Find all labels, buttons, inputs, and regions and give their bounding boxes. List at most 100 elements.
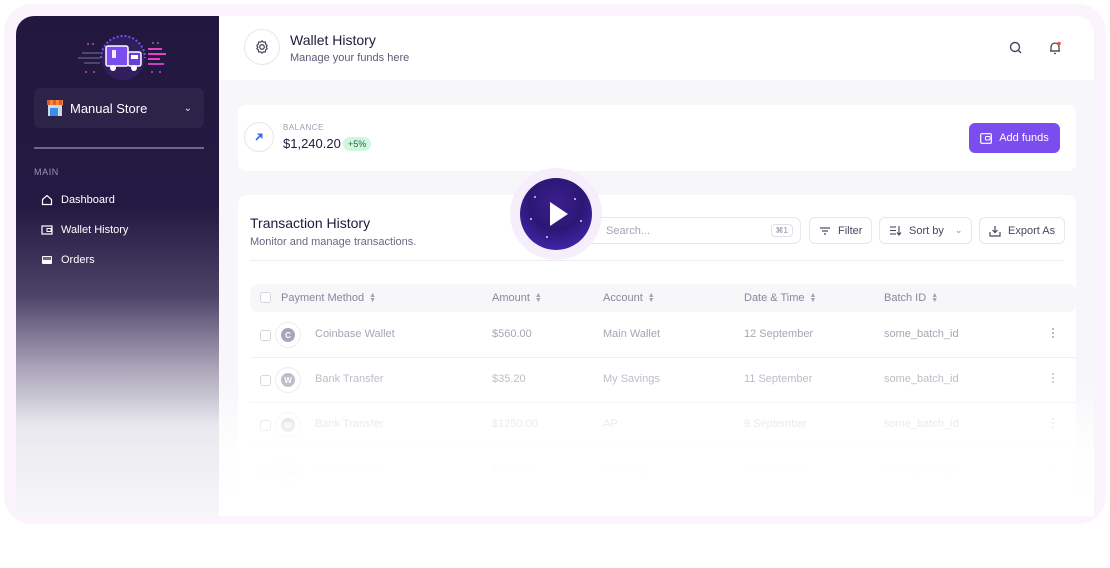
sidebar-item-wallet-history[interactable]: Wallet History xyxy=(41,224,128,236)
payment-method-icon: W xyxy=(281,418,295,432)
column-header-batch-id[interactable]: Batch ID ▲ ▼ xyxy=(884,292,938,304)
section-label-main: MAIN xyxy=(34,167,59,177)
payment-method-icon: W xyxy=(281,373,295,387)
column-header-payment-method[interactable]: Payment Method ▲ ▼ xyxy=(281,292,376,304)
table-row[interactable]: C Coinbase Wallet $560.00 Main Wallet 12 Sep… xyxy=(250,313,1076,358)
filter-icon xyxy=(820,226,830,235)
transactions-card: Transaction History Monitor and manage t… xyxy=(238,195,1076,516)
sort-arrows-icon: ▲ ▼ xyxy=(647,292,655,304)
chevron-down-icon: ⌄ xyxy=(954,225,963,235)
account-cell: My Savings xyxy=(603,373,660,385)
batch-id-cell: some_batch_id xyxy=(884,328,959,340)
search-shortcut: ⌘1 xyxy=(770,224,793,237)
amount-cell: $35.20 xyxy=(492,373,526,385)
payment-method-icon: C xyxy=(281,328,295,342)
row-checkbox[interactable] xyxy=(260,330,271,341)
table-row[interactable]: W Bank Transfer $35.20 My Savings 11 Septemb… xyxy=(250,358,1076,403)
filter-button[interactable]: Filter xyxy=(809,217,873,244)
star-decoration xyxy=(530,218,532,220)
gear-icon xyxy=(256,40,268,54)
payment-method-icon: W xyxy=(281,463,295,477)
row-checkbox[interactable] xyxy=(260,375,271,386)
table-row[interactable]: W Bank Transfer $150.00 Checking 7 September… xyxy=(250,448,1076,493)
search-icon[interactable] xyxy=(1008,40,1024,56)
balance-card: BALANCE $1,240.20 +5% Add funds xyxy=(238,105,1076,171)
wallet-icon xyxy=(41,225,53,235)
play-icon xyxy=(550,202,568,226)
sidebar-item-orders[interactable]: Orders xyxy=(41,254,95,266)
export-button[interactable]: Export As xyxy=(979,217,1066,244)
add-funds-label: Add funds xyxy=(999,132,1049,144)
arrow-up-right-icon xyxy=(255,133,263,141)
sort-arrows-icon: ▲ ▼ xyxy=(809,292,817,304)
sidebar-divider xyxy=(34,147,204,149)
more-options-icon[interactable] xyxy=(1052,327,1054,339)
sort-by-dropdown[interactable]: Sort by ⌄ xyxy=(879,217,973,244)
payment-method-badge: C xyxy=(275,322,301,348)
sort-arrows-icon: ▲ ▼ xyxy=(369,292,377,304)
download-icon xyxy=(989,225,1001,237)
search-placeholder: Search... xyxy=(606,224,651,237)
star-decoration xyxy=(574,198,576,200)
truck-logo-icon xyxy=(78,35,166,80)
store-icon xyxy=(46,100,64,116)
more-options-icon[interactable] xyxy=(1052,417,1054,429)
export-label: Export As xyxy=(1008,224,1056,237)
page-subtitle: Manage your funds here xyxy=(290,52,410,64)
batch-id-cell: some_batch_id xyxy=(884,373,959,385)
app-window: Manual Store ⌄ MAIN Dashboard Wallet His… xyxy=(16,16,1094,516)
batch-id-cell: some_batch_id xyxy=(884,418,959,430)
page-title: Wallet History xyxy=(290,32,376,48)
amount-cell: $150.00 xyxy=(492,463,532,475)
chevron-down-icon: ⌄ xyxy=(183,102,192,114)
select-all-checkbox[interactable] xyxy=(260,292,271,303)
star-decoration xyxy=(534,196,536,198)
date-cell: 11 September xyxy=(744,373,813,385)
batch-id-cell: some_batch_id xyxy=(884,463,959,475)
account-cell: Main Wallet xyxy=(603,328,661,340)
column-header-amount[interactable]: Amount ▲ ▼ xyxy=(492,292,542,304)
sidebar-item-label: Orders xyxy=(61,254,95,266)
payment-method-badge: W xyxy=(275,367,301,393)
sidebar: Manual Store ⌄ MAIN Dashboard Wallet His… xyxy=(16,16,219,516)
more-options-icon[interactable] xyxy=(1052,372,1054,384)
sort-by-label: Sort by xyxy=(909,224,944,237)
payment-method-cell: Bank Transfer xyxy=(315,373,384,385)
amount-cell: $560.00 xyxy=(492,328,532,340)
sort-icon xyxy=(890,226,902,236)
column-header-date-time[interactable]: Date & Time ▲ ▼ xyxy=(744,292,816,304)
row-checkbox[interactable] xyxy=(260,420,271,431)
settings-button[interactable] xyxy=(244,29,280,65)
balance-change-badge: +5% xyxy=(343,137,372,151)
section-divider xyxy=(250,260,1064,261)
sidebar-item-label: Dashboard xyxy=(61,194,115,206)
transactions-subtitle: Monitor and manage transactions. xyxy=(250,236,417,248)
bell-icon[interactable] xyxy=(1047,40,1063,56)
table-row[interactable]: W Bank Transfer $1250.00 AP 9 September some_… xyxy=(250,403,1076,448)
more-options-icon[interactable] xyxy=(1052,462,1054,474)
payment-method-cell: Bank Transfer xyxy=(315,418,384,430)
balance-value: $1,240.20 xyxy=(283,136,341,151)
home-icon xyxy=(41,194,53,206)
account-cell: AP xyxy=(603,418,618,430)
amount-cell: $1250.00 xyxy=(492,418,538,430)
inbox-icon xyxy=(42,256,52,264)
main-content: Wallet History Manage your funds here BA… xyxy=(219,16,1094,516)
table-header: Payment Method ▲ ▼ Amount ▲ ▼ Account ▲ ▼ Date… xyxy=(250,284,1076,312)
play-video-button[interactable] xyxy=(510,168,602,260)
search-input[interactable]: Search... ⌘1 xyxy=(585,217,801,244)
account-cell: Checking xyxy=(603,463,649,475)
star-decoration xyxy=(546,236,548,238)
row-checkbox[interactable] xyxy=(260,465,271,476)
column-header-account[interactable]: Account ▲ ▼ xyxy=(603,292,655,304)
sidebar-item-label: Wallet History xyxy=(61,224,129,236)
sort-arrows-icon: ▲ ▼ xyxy=(534,292,542,304)
sidebar-item-dashboard[interactable]: Dashboard xyxy=(41,194,115,206)
transactions-title: Transaction History xyxy=(250,215,371,231)
play-button-disc xyxy=(520,178,592,250)
balance-trend-badge xyxy=(244,122,274,152)
date-cell: 7 September xyxy=(744,463,807,475)
filter-label: Filter xyxy=(838,224,863,237)
store-selector[interactable]: Manual Store ⌄ xyxy=(34,88,204,128)
add-funds-button[interactable]: Add funds xyxy=(969,123,1060,153)
